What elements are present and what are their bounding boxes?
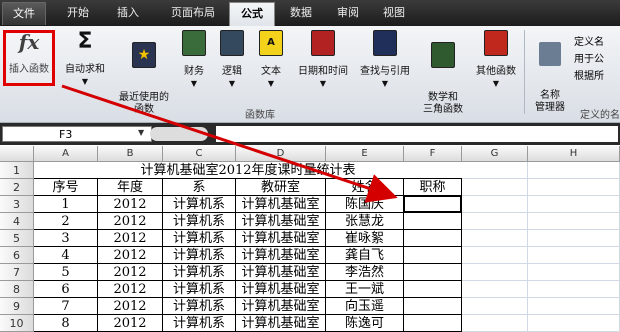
annotation-arrow xyxy=(61,84,398,203)
arrow-line xyxy=(61,84,398,203)
